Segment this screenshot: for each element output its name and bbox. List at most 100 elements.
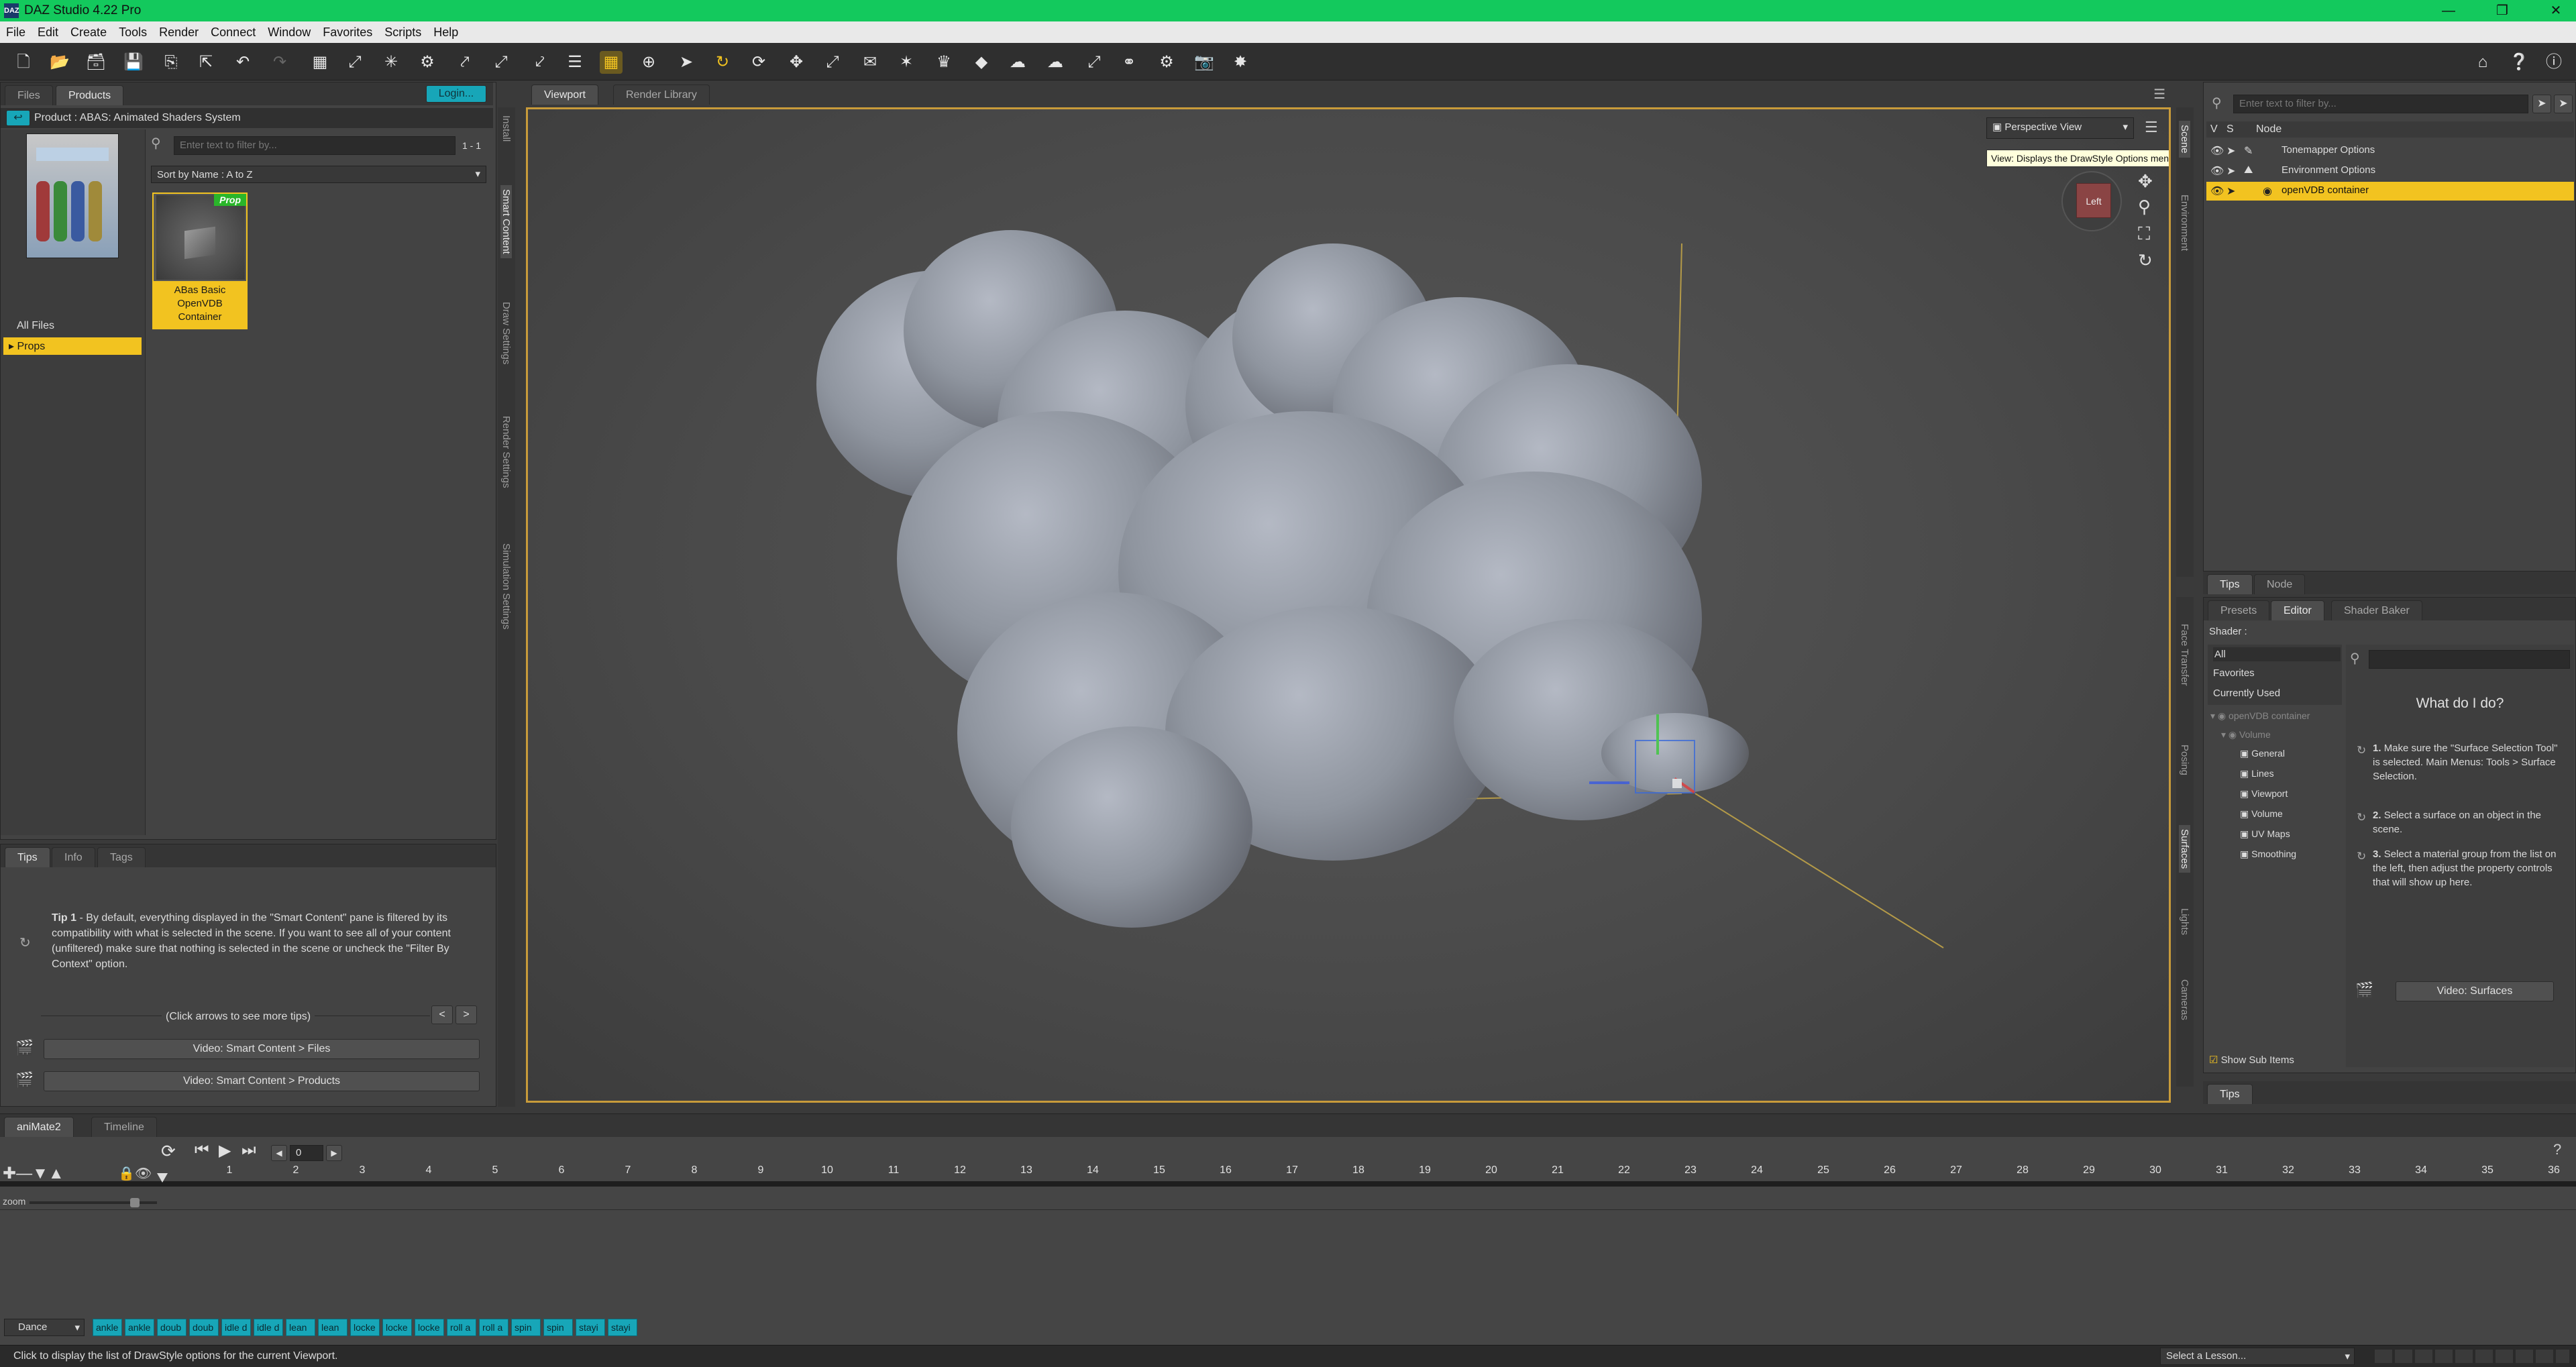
scene-search-input[interactable]: Enter text to filter by... bbox=[2233, 95, 2528, 113]
viewport-menu-icon[interactable]: ☰ bbox=[2145, 119, 2158, 136]
eye-icon[interactable]: 👁 bbox=[2210, 164, 2224, 178]
menu-render[interactable]: Render bbox=[153, 21, 205, 44]
property-search-input[interactable] bbox=[2369, 650, 2570, 669]
back-icon[interactable]: ↩ bbox=[6, 110, 30, 126]
loop-icon[interactable]: ⟳ bbox=[161, 1141, 176, 1162]
material-item[interactable]: ▣ UV Maps bbox=[2240, 828, 2290, 840]
geometry-editor-icon[interactable]: ⚙ bbox=[416, 51, 439, 74]
tab-animate2[interactable]: aniMate2 bbox=[4, 1117, 74, 1137]
eye-icon[interactable]: 👁 bbox=[2210, 144, 2224, 158]
iray-preview-icon[interactable]: ✸ bbox=[1229, 51, 1252, 74]
edge-tool-icon[interactable]: ☁ bbox=[1044, 51, 1067, 74]
video-products-button[interactable]: Video: Smart Content > Products bbox=[44, 1071, 480, 1091]
viewport[interactable]: ▢ ◉ View: Displays the DrawStyle Options… bbox=[526, 107, 2171, 1103]
vtab-draw-settings[interactable]: Draw Settings bbox=[500, 302, 512, 364]
menu-scripts[interactable]: Scripts bbox=[378, 21, 427, 44]
home-icon[interactable]: ⌂ bbox=[2471, 51, 2494, 74]
spot-render-icon[interactable]: ✉ bbox=[859, 51, 881, 74]
time-ruler[interactable] bbox=[0, 1181, 2576, 1187]
merge-icon[interactable]: ⎘ bbox=[160, 51, 182, 74]
content-item[interactable]: Prop ABas Basic OpenVDB Container bbox=[152, 193, 248, 329]
save-icon[interactable]: 💾 bbox=[122, 51, 145, 74]
render-icon[interactable]: 📷 bbox=[1193, 51, 1216, 74]
tab-render-library[interactable]: Render Library bbox=[613, 85, 710, 105]
category-all-files[interactable]: All Files bbox=[17, 320, 54, 332]
scene-add-icon[interactable]: ➤ bbox=[2532, 95, 2551, 113]
aniblock-button[interactable]: locke bbox=[382, 1319, 412, 1336]
transform-icon[interactable]: ⤤ bbox=[453, 51, 476, 74]
zoom-icon[interactable]: ⚲ bbox=[2138, 197, 2151, 217]
scene-node-row-selected[interactable]: 👁 ➤ ◉ openVDB container bbox=[2206, 182, 2574, 201]
aniblock-button[interactable]: stayi bbox=[608, 1319, 637, 1336]
lesson-dropdown[interactable]: Select a Lesson... ▾ bbox=[2160, 1348, 2355, 1365]
selection-tool-icon[interactable]: ⤢ bbox=[1083, 51, 1106, 74]
lock-icon[interactable]: 🔒👁 bbox=[118, 1165, 152, 1182]
universal-tool-icon[interactable]: ⊕ bbox=[637, 51, 660, 74]
tab-timeline[interactable]: Timeline bbox=[91, 1117, 157, 1137]
play-icon[interactable]: ▶ bbox=[219, 1141, 231, 1160]
aniblock-button[interactable]: spin bbox=[511, 1319, 541, 1336]
scene-tool-icon[interactable]: ▦ bbox=[309, 51, 331, 74]
redo-icon[interactable]: ↷ bbox=[268, 51, 291, 74]
vtab-install[interactable]: Install bbox=[500, 115, 512, 142]
tab-products[interactable]: Products bbox=[56, 85, 124, 105]
translate-icon[interactable]: ✥ bbox=[785, 51, 808, 74]
vtab-scene[interactable]: Scene bbox=[2179, 121, 2190, 158]
menu-edit[interactable]: Edit bbox=[32, 21, 64, 44]
tree-sub[interactable]: ▾ ◉ Volume bbox=[2221, 729, 2271, 741]
transform-gizmo[interactable] bbox=[1589, 714, 1695, 794]
playhead[interactable] bbox=[157, 1173, 168, 1183]
tab-editor[interactable]: Editor bbox=[2271, 600, 2324, 620]
vtab-surfaces[interactable]: Surfaces bbox=[2179, 825, 2190, 873]
category-props[interactable]: ▸ Props bbox=[3, 337, 142, 355]
aniblock-button[interactable]: roll a bbox=[447, 1319, 476, 1336]
vtab-posing[interactable]: Posing bbox=[2179, 745, 2190, 775]
menu-create[interactable]: Create bbox=[64, 21, 113, 44]
menu-window[interactable]: Window bbox=[262, 21, 317, 44]
close-icon[interactable]: ✕ bbox=[2536, 0, 2576, 21]
active-pose-icon[interactable]: ↻ bbox=[711, 51, 734, 74]
frame-input[interactable]: 0 bbox=[290, 1145, 323, 1161]
menu-file[interactable]: File bbox=[0, 21, 32, 44]
new-file-icon[interactable]: 🗋 bbox=[12, 51, 35, 74]
aniblock-button[interactable]: spin bbox=[543, 1319, 573, 1336]
vtab-smart-content[interactable]: Smart Content bbox=[500, 185, 512, 258]
menu-tools[interactable]: Tools bbox=[113, 21, 153, 44]
preset-dropdown[interactable]: Dance ▾ bbox=[4, 1319, 85, 1336]
tab-node[interactable]: Node bbox=[2254, 574, 2306, 594]
tab-tips[interactable]: Tips bbox=[2207, 574, 2253, 594]
node-selection-icon[interactable]: ⤢ bbox=[343, 51, 366, 74]
aniblock-button[interactable]: ankle bbox=[125, 1319, 154, 1336]
aniblock-button[interactable]: ankle bbox=[93, 1319, 122, 1336]
video-files-button[interactable]: Video: Smart Content > Files bbox=[44, 1039, 480, 1059]
vtab-simulation-settings[interactable]: Simulation Settings bbox=[500, 543, 512, 629]
help-icon[interactable]: ? bbox=[2553, 1141, 2561, 1158]
layout-icon[interactable]: ☰ bbox=[564, 51, 586, 74]
rotate-icon[interactable]: ⟳ bbox=[747, 51, 770, 74]
view-cube[interactable]: Left bbox=[2061, 171, 2122, 231]
next-frame-button[interactable]: ▶ bbox=[326, 1145, 342, 1161]
help-icon[interactable]: ⓘ bbox=[2542, 51, 2565, 74]
tab-tips[interactable]: Tips bbox=[2207, 1084, 2253, 1104]
tree-root[interactable]: ▾ ◉ openVDB container bbox=[2210, 710, 2310, 722]
whats-this-icon[interactable]: ❔ bbox=[2508, 51, 2530, 74]
scene-node-row[interactable]: 👁 ➤ ✎ Tonemapper Options bbox=[2206, 142, 2574, 160]
sort-dropdown[interactable]: Sort by Name : A to Z ▾ bbox=[151, 166, 486, 183]
go-end-icon[interactable]: ⏭ bbox=[241, 1141, 256, 1160]
aniblock-button[interactable]: lean bbox=[318, 1319, 347, 1336]
pane-options-icon[interactable]: ☰ bbox=[2153, 86, 2165, 103]
scene-node-row[interactable]: 👁 ➤ ⛰ Environment Options bbox=[2206, 162, 2574, 180]
vtab-cameras[interactable]: Cameras bbox=[2179, 979, 2190, 1020]
tab-presets[interactable]: Presets bbox=[2208, 600, 2270, 620]
render-settings-icon[interactable]: ⚙ bbox=[1155, 51, 1178, 74]
prev-frame-button[interactable]: ◀ bbox=[271, 1145, 287, 1161]
eye-icon[interactable]: 👁 bbox=[2210, 184, 2224, 198]
menu-favorites[interactable]: Favorites bbox=[317, 21, 378, 44]
maximize-icon[interactable]: ❐ bbox=[2482, 0, 2522, 21]
aniblock-button[interactable]: locke bbox=[415, 1319, 444, 1336]
select-icon[interactable]: ➤ bbox=[2226, 184, 2235, 198]
aniblock-button[interactable]: idle d bbox=[254, 1319, 283, 1336]
vtab-render-settings[interactable]: Render Settings bbox=[500, 416, 512, 488]
filter-all[interactable]: All bbox=[2213, 647, 2341, 661]
minimize-icon[interactable]: — bbox=[2428, 0, 2469, 21]
